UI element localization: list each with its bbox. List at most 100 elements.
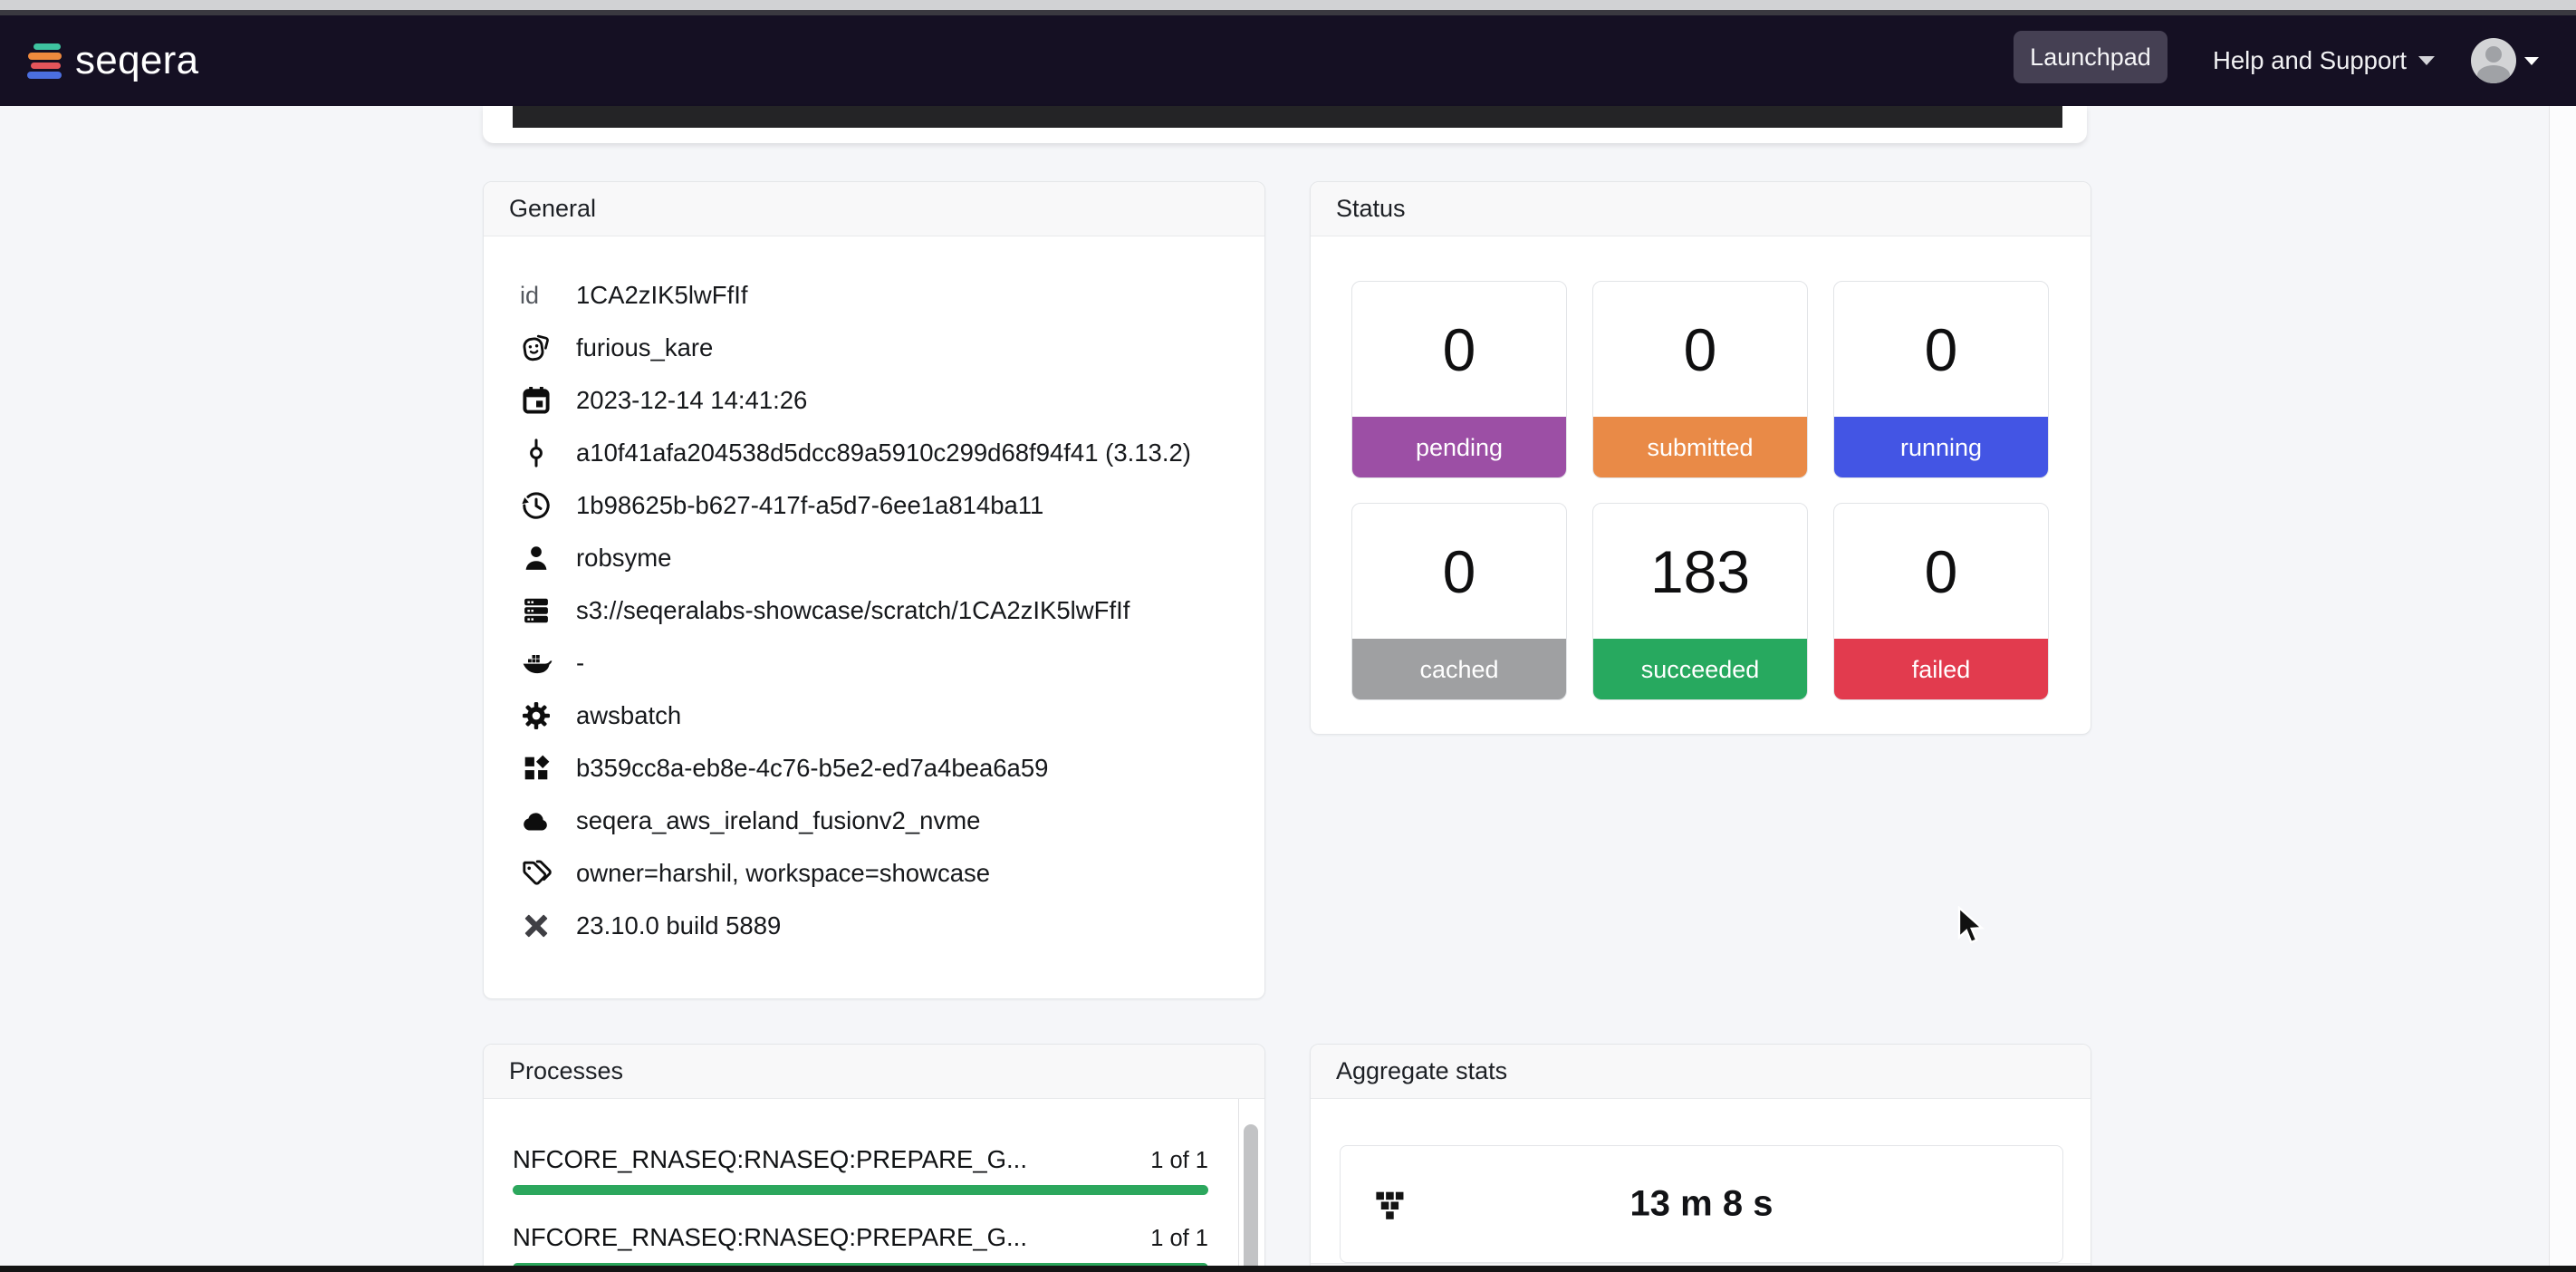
general-row-value: awsbatch: [576, 701, 681, 730]
gear-icon: [520, 699, 553, 732]
status-tile-succeeded[interactable]: 183 succeeded: [1592, 503, 1808, 700]
aggregate-stats-panel: Aggregate stats 13 m 8 s: [1310, 1044, 2091, 1272]
general-row: a10f41afa204538d5dcc89a5910c299d68f94f41…: [520, 427, 1246, 479]
page-scrollbar-track[interactable]: [2549, 106, 2576, 1272]
status-tile-failed[interactable]: 0 failed: [1833, 503, 2049, 700]
general-row-value: a10f41afa204538d5dcc89a5910c299d68f94f41…: [576, 438, 1191, 467]
commit-icon: [520, 437, 553, 469]
launchpad-button[interactable]: Launchpad: [2014, 31, 2167, 83]
general-row: b359cc8a-eb8e-4c76-b5e2-ed7a4bea6a59: [520, 742, 1246, 795]
aggregate-stats-title: Aggregate stats: [1336, 1057, 1507, 1085]
general-row: owner=harshil, workspace=showcase: [520, 847, 1246, 900]
process-progress-track: [513, 1185, 1208, 1195]
process-task-count: 1 of 1: [1150, 1223, 1208, 1254]
general-row: 1b98625b-b627-417f-a5d7-6ee1a814ba11: [520, 479, 1246, 532]
app-header: seqera Launchpad Help and Support: [0, 15, 2576, 106]
avatar: [2471, 38, 2516, 83]
general-row-value: 1CA2zIK5lwFfIf: [576, 281, 748, 310]
status-tile-count: 0: [1834, 504, 2048, 639]
browser-top-strip: [0, 0, 2576, 10]
status-tile-cached[interactable]: 0 cached: [1351, 503, 1567, 700]
status-panel: Status 0 pending 0 submitted 0 running 0…: [1310, 181, 2091, 735]
general-row-value: b359cc8a-eb8e-4c76-b5e2-ed7a4bea6a59: [576, 754, 1048, 783]
general-row: furious_kare: [520, 322, 1246, 374]
process-item[interactable]: NFCORE_RNASEQ:RNASEQ:PREPARE_G... 1 of 1: [513, 1222, 1208, 1272]
general-row: s3://seqeralabs-showcase/scratch/1CA2zIK…: [520, 584, 1246, 637]
wall-time-card: 13 m 8 s: [1340, 1145, 2063, 1263]
chevron-down-icon: [2524, 57, 2539, 65]
status-tile-label: cached: [1351, 639, 1567, 700]
general-row-value: 1b98625b-b627-417f-a5d7-6ee1a814ba11: [576, 491, 1043, 520]
masks-icon: [520, 332, 553, 364]
wall-time-value: 13 m 8 s: [1341, 1184, 2062, 1225]
general-panel: General id 1CA2zIK5lwFfIf furious_kare 2…: [483, 181, 1265, 999]
scrolled-run-banner-card: [483, 106, 2087, 143]
processes-panel-header: Processes: [484, 1045, 1264, 1099]
general-row-value: robsyme: [576, 544, 671, 573]
history-icon: [520, 489, 553, 522]
general-row: id 1CA2zIK5lwFfIf: [520, 269, 1246, 322]
status-panel-header: Status: [1311, 182, 2091, 236]
status-tile-label: submitted: [1592, 417, 1808, 478]
console-panel-bottom: [513, 106, 2062, 128]
general-row-value: s3://seqeralabs-showcase/scratch/1CA2zIK…: [576, 596, 1129, 625]
seqera-logo[interactable]: seqera: [27, 15, 198, 106]
aggregate-stats-header: Aggregate stats: [1311, 1045, 2091, 1099]
help-and-support-menu[interactable]: Help and Support: [2213, 15, 2435, 106]
nextflow-icon: [520, 910, 553, 942]
general-row: seqera_aws_ireland_fusionv2_nvme: [520, 795, 1246, 847]
processes-scrollbar-track[interactable]: [1238, 1099, 1264, 1272]
status-tile-label: pending: [1351, 417, 1567, 478]
bottom-edge-bar: [0, 1266, 2576, 1272]
logo-text: seqera: [75, 38, 198, 83]
processes-title: Processes: [509, 1057, 623, 1085]
general-row: 23.10.0 build 5889: [520, 900, 1246, 952]
status-tiles: 0 pending 0 submitted 0 running 0 cached…: [1311, 236, 2091, 700]
general-row-value: 2023-12-14 14:41:26: [576, 386, 807, 415]
status-tile-running[interactable]: 0 running: [1833, 281, 2049, 478]
server-icon: [520, 594, 553, 627]
process-task-count: 1 of 1: [1150, 1145, 1208, 1176]
process-item[interactable]: NFCORE_RNASEQ:RNASEQ:PREPARE_G... 1 of 1: [513, 1144, 1208, 1195]
general-row-value: -: [576, 649, 584, 678]
general-panel-header: General: [484, 182, 1264, 236]
status-tile-label: running: [1833, 417, 2049, 478]
general-row: robsyme: [520, 532, 1246, 584]
status-tile-count: 0: [1352, 282, 1566, 417]
status-tile-label: failed: [1833, 639, 2049, 700]
general-row-value: seqera_aws_ireland_fusionv2_nvme: [576, 806, 980, 835]
process-list: NFCORE_RNASEQ:RNASEQ:PREPARE_G... 1 of 1…: [484, 1099, 1264, 1272]
seqera-logo-icon: [27, 41, 63, 81]
status-tile-count: 0: [1352, 504, 1566, 639]
mouse-cursor: [1956, 906, 1989, 951]
calendar-icon: [520, 384, 553, 417]
process-progress-bar: [513, 1185, 1208, 1195]
help-and-support-label: Help and Support: [2213, 46, 2407, 75]
status-tile-label: succeeded: [1592, 639, 1808, 700]
processes-scrollbar-thumb[interactable]: [1244, 1124, 1258, 1272]
general-title: General: [509, 195, 596, 223]
user-menu[interactable]: [2471, 15, 2539, 106]
general-row-value: owner=harshil, workspace=showcase: [576, 859, 990, 888]
status-tile-pending[interactable]: 0 pending: [1351, 281, 1567, 478]
general-row: 2023-12-14 14:41:26: [520, 374, 1246, 427]
general-row-value: 23.10.0 build 5889: [576, 911, 781, 940]
general-row: awsbatch: [520, 689, 1246, 742]
general-rows: id 1CA2zIK5lwFfIf furious_kare 2023-12-1…: [484, 236, 1264, 952]
user-icon: [520, 542, 553, 574]
status-tile-count: 183: [1593, 504, 1807, 639]
status-tile-count: 0: [1593, 282, 1807, 417]
seqera-run-details-page: seqera Launchpad Help and Support Genera…: [0, 0, 2576, 1272]
chevron-down-icon: [2418, 56, 2435, 65]
tags-icon: [520, 857, 553, 890]
processes-panel: Processes NFCORE_RNASEQ:RNASEQ:PREPARE_G…: [483, 1044, 1265, 1272]
process-name: NFCORE_RNASEQ:RNASEQ:PREPARE_G...: [513, 1144, 1027, 1175]
general-row-value: furious_kare: [576, 333, 713, 362]
blocks-icon: [520, 752, 553, 785]
id-label: id: [520, 279, 553, 312]
status-tile-submitted[interactable]: 0 submitted: [1592, 281, 1808, 478]
status-title: Status: [1336, 195, 1406, 223]
cloud-icon: [520, 805, 553, 837]
status-tile-count: 0: [1834, 282, 2048, 417]
process-name: NFCORE_RNASEQ:RNASEQ:PREPARE_G...: [513, 1222, 1027, 1253]
